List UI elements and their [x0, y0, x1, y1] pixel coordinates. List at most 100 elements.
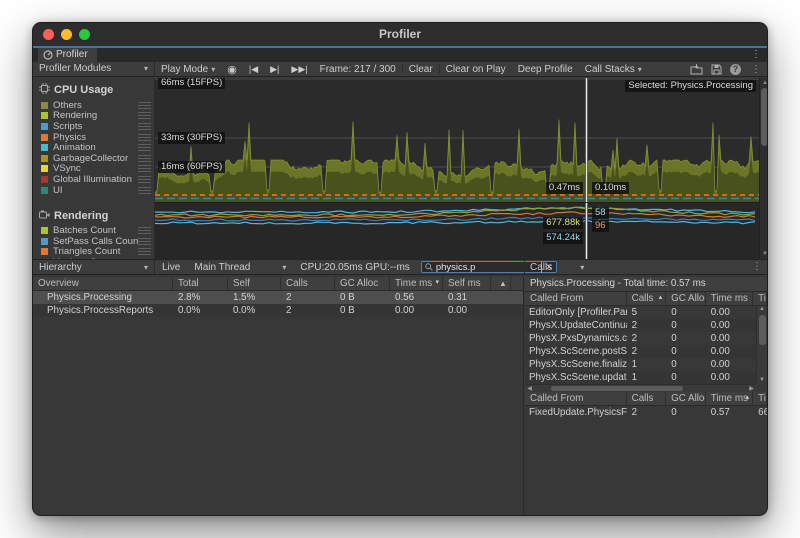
hierarchy-view-dropdown[interactable]: Hierarchy ▾ [33, 260, 155, 274]
legend-item-triangles-count[interactable]: Triangles Count [33, 247, 154, 258]
column-header-total[interactable]: Total [173, 277, 228, 290]
column-header-overview[interactable]: Overview [33, 277, 173, 290]
column-header-called-from[interactable]: Called From [525, 292, 627, 305]
chart-scrollbar[interactable]: ▲ ▼ [759, 78, 768, 259]
cell-time-ms: 0.56 [390, 291, 443, 304]
drag-handle-icon[interactable] [138, 176, 151, 183]
column-header-self-ms[interactable]: Self ms [443, 277, 491, 290]
legend-item-scripts[interactable]: Scripts [33, 121, 154, 132]
drag-handle-icon[interactable] [138, 144, 151, 151]
column-header-self[interactable]: Self [228, 277, 281, 290]
color-swatch [41, 187, 48, 194]
live-toggle[interactable]: Live [155, 262, 187, 273]
drag-handle-icon[interactable] [138, 165, 151, 172]
render-marker-58: 58 [592, 207, 609, 219]
call-stacks-dropdown[interactable]: Call Stacks ▾ [579, 64, 648, 75]
table-row[interactable]: FixedUpdate.PhysicsFixec200.5766 [525, 406, 767, 419]
help-icon[interactable]: ? [730, 64, 741, 75]
legend-item-ui[interactable]: UI [33, 185, 154, 196]
table-row[interactable]: PhysX.UpdateContinuatio200.00 [525, 319, 767, 332]
clear-button[interactable]: Clear [403, 64, 439, 75]
column-header-time-ms[interactable]: Time ms [706, 292, 753, 305]
legend-item-physics[interactable]: Physics [33, 132, 154, 143]
module-header-rendering[interactable]: Rendering [33, 208, 154, 225]
deep-profile-toggle[interactable]: Deep Profile [512, 64, 579, 75]
calls-dropdown[interactable]: Calls ▾ [530, 262, 584, 273]
profiler-modules-dropdown[interactable]: Profiler Modules ▾ [33, 62, 155, 76]
table-row[interactable]: Physics.Processing2.8%1.5%20 B0.560.31 [33, 291, 523, 304]
scroll-down-icon[interactable]: ▼ [760, 250, 768, 258]
table-row[interactable]: PhysX.ScScene.finalizatic100.00 [525, 358, 767, 371]
column-header-time-ms[interactable]: Time ms▴ [706, 392, 753, 405]
column-header-calls[interactable]: Calls [627, 392, 667, 405]
table-row[interactable]: PhysX.PxsDynamics.creat200.00 [525, 332, 767, 345]
drag-handle-icon[interactable] [138, 112, 151, 119]
legend-item-setpass-calls-count[interactable]: SetPass Calls Count [33, 236, 154, 247]
legend-item-others[interactable]: Others [33, 100, 154, 111]
drag-handle-icon[interactable] [138, 238, 151, 245]
table-row[interactable]: EditorOnly [Profiler.ParseT500.00 [525, 306, 767, 319]
cpu-usage-chart[interactable]: 66ms (15FPS) 33ms (30FPS) 16ms (60FPS) S… [155, 78, 759, 202]
drag-handle-icon[interactable] [138, 134, 151, 141]
drag-handle-icon[interactable] [138, 102, 151, 109]
column-header-gc-alloc[interactable]: GC Alloc [335, 277, 390, 290]
drag-handle-icon[interactable] [138, 187, 151, 194]
drag-handle-icon[interactable] [138, 123, 151, 130]
legend-item-vsync[interactable]: VSync [33, 164, 154, 175]
play-mode-dropdown[interactable]: Play Mode ▾ [155, 64, 221, 75]
column-header-calls[interactable]: Calls▴ [627, 292, 667, 305]
column-header-warnings[interactable]: ▲ [491, 277, 511, 290]
frame-playhead[interactable] [585, 203, 588, 259]
record-button[interactable]: ◉ [221, 63, 243, 76]
module-header-cpu-usage[interactable]: CPU Usage [33, 81, 154, 100]
clear-on-play-toggle[interactable]: Clear on Play [440, 64, 512, 75]
column-header-gc-alloc[interactable]: GC Alloc [666, 292, 706, 305]
column-header-called-from[interactable]: Called From [525, 392, 627, 405]
legend-item-rendering[interactable]: Rendering [33, 111, 154, 122]
rendering-chart[interactable]: 5896677.88k574.24k [155, 202, 759, 259]
legend-item-animation[interactable]: Animation [33, 142, 154, 153]
cell-called-from: PhysX.PxsDynamics.creat [525, 332, 627, 345]
column-header-time-ms[interactable]: Time ms▾ [390, 277, 443, 290]
current-frame-button[interactable]: ▶▶| [285, 64, 313, 75]
drag-handle-icon[interactable] [138, 248, 151, 255]
table-row[interactable]: PhysX.ScScene.updateCC100.00 [525, 371, 767, 384]
scroll-left-icon[interactable]: ◀ [525, 385, 534, 392]
scroll-up-icon[interactable]: ▲ [757, 306, 767, 313]
legend-label: Scripts [53, 121, 138, 132]
calls-vertical-scrollbar[interactable]: ▲ ▼ [756, 306, 767, 384]
column-header-ti[interactable]: Ti [753, 392, 767, 405]
column-header-calls[interactable]: Calls [281, 277, 335, 290]
thread-dropdown[interactable]: Main Thread ▾ [187, 262, 293, 273]
frame-counter: Frame: 217 / 300 [314, 64, 402, 75]
legend-item-garbagecollector[interactable]: GarbageCollector [33, 153, 154, 164]
table-row[interactable]: Physics.ProcessReports0.0%0.0%20 B0.000.… [33, 304, 523, 317]
column-header-gc-alloc[interactable]: GC Alloc [666, 392, 706, 405]
scroll-up-icon[interactable]: ▲ [760, 79, 768, 87]
drag-handle-icon[interactable] [138, 227, 151, 234]
next-frame-button[interactable]: ▶| [264, 64, 285, 75]
column-header-ti[interactable]: Ti [753, 292, 767, 305]
calls-horizontal-scrollbar[interactable]: ◀ ▶ [525, 384, 756, 392]
tab-menu-icon[interactable]: ⋮ [749, 48, 763, 62]
scrollbar-thumb[interactable] [759, 315, 766, 345]
chevron-down-icon: ▾ [144, 62, 148, 76]
tab-profiler[interactable]: Profiler [38, 48, 97, 62]
chart-scrollbar-thumb[interactable] [761, 88, 768, 146]
previous-frame-button[interactable]: |◀ [243, 64, 264, 75]
save-profile-icon[interactable] [711, 64, 722, 75]
load-profile-icon[interactable] [690, 64, 703, 75]
toolbar-menu-icon[interactable]: ⋮ [749, 63, 763, 77]
legend-item-batches-count[interactable]: Batches Count [33, 225, 154, 236]
calls-menu-icon[interactable]: ⋮ [750, 260, 764, 274]
legend-item-global-illumination[interactable]: Global Illumination [33, 174, 154, 185]
color-swatch [41, 227, 48, 234]
titlebar[interactable]: Profiler [33, 23, 767, 46]
scrollbar-thumb[interactable] [551, 386, 683, 391]
table-row[interactable]: PhysX.ScScene.postSolve200.00 [525, 345, 767, 358]
frame-playhead[interactable] [585, 78, 588, 202]
scroll-down-icon[interactable]: ▼ [757, 377, 767, 384]
drag-handle-icon[interactable] [138, 155, 151, 162]
cell-calls: 2 [627, 345, 667, 358]
scroll-right-icon[interactable]: ▶ [747, 385, 756, 392]
